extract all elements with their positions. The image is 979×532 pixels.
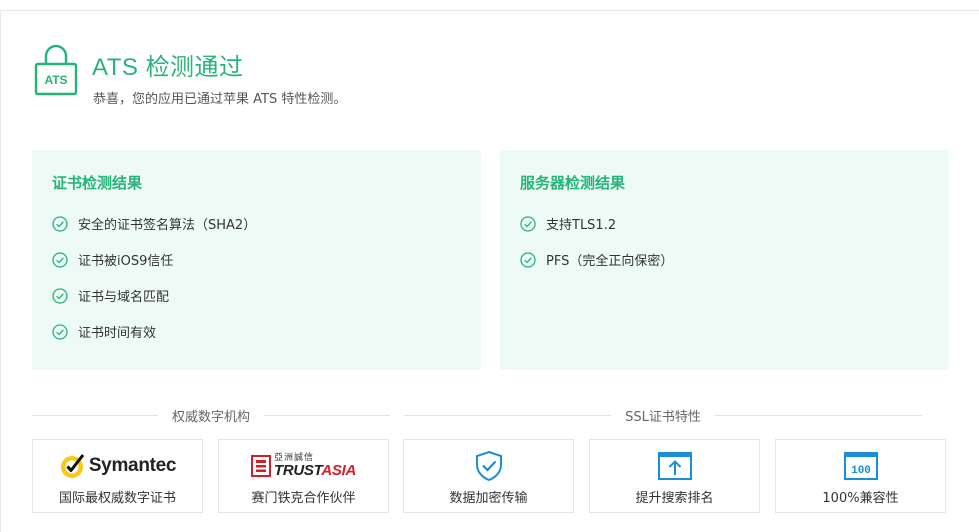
authority-section-header: 权威数字机构 xyxy=(32,404,391,426)
divider xyxy=(714,414,922,416)
card-logo xyxy=(590,450,759,482)
symantec-logo-text: Symantec xyxy=(88,455,177,476)
list-item-label: 证书与域名匹配 xyxy=(78,290,170,305)
encryption-card: 数据加密传输 xyxy=(403,439,574,513)
check-circle-icon xyxy=(52,324,68,340)
check-circle-icon xyxy=(520,216,536,232)
trustasia-text-trust: TRUST xyxy=(273,462,322,479)
trustasia-logo: 亞洲誠信 TRUSTASIA xyxy=(219,450,388,482)
ssl-features-section-header: SSL证书特性 xyxy=(404,404,922,426)
list-item-label: 证书被iOS9信任 xyxy=(78,254,174,269)
cert-result-panel: 证书检测结果 安全的证书签名算法（SHA2） 证书被iOS9信任 证书与域名匹配… xyxy=(32,150,481,370)
check-circle-icon xyxy=(52,252,68,268)
card-label: 赛门铁克合作伙伴 xyxy=(251,491,356,506)
page-title: ATS 检测通过 xyxy=(92,54,244,81)
list-item: 安全的证书签名算法（SHA2） xyxy=(52,214,256,250)
list-item: 证书被iOS9信任 xyxy=(52,250,256,286)
server-result-list: 支持TLS1.2 PFS（完全正向保密） xyxy=(520,214,673,286)
trustasia-mark-icon xyxy=(250,455,271,477)
page-subtitle: 恭喜，您的应用已通过苹果 ATS 特性检测。 xyxy=(93,92,347,107)
server-result-panel: 服务器检测结果 支持TLS1.2 PFS（完全正向保密） xyxy=(500,150,949,370)
card-label: 国际最权威数字证书 xyxy=(58,491,176,506)
card-label: 数据加密传输 xyxy=(449,491,528,506)
check-circle-icon xyxy=(520,252,536,268)
compatibility-icon: 100 xyxy=(843,452,878,480)
shield-check-icon xyxy=(475,450,502,482)
upload-arrow-icon xyxy=(657,452,692,480)
card-label: 提升搜索排名 xyxy=(635,491,714,506)
list-item-label: PFS（完全正向保密） xyxy=(546,254,674,269)
list-item-label: 支持TLS1.2 xyxy=(546,218,617,233)
card-logo xyxy=(404,450,573,482)
list-item: 证书时间有效 xyxy=(52,322,256,358)
ssl-features-section-title: SSL证书特性 xyxy=(625,409,701,425)
trustasia-text-asia: ASIA xyxy=(321,462,357,479)
authority-section-title: 权威数字机构 xyxy=(172,409,251,425)
divider xyxy=(264,414,391,416)
list-item: 证书与域名匹配 xyxy=(52,286,256,322)
symantec-check-icon xyxy=(60,454,84,478)
symantec-logo: Symantec xyxy=(33,450,202,482)
list-item-label: 证书时间有效 xyxy=(78,326,157,341)
divider xyxy=(404,414,612,416)
symantec-card: Symantec 国际最权威数字证书 xyxy=(32,439,203,513)
trustasia-card: 亞洲誠信 TRUSTASIA 赛门铁克合作伙伴 xyxy=(218,439,389,513)
card-label: 100%兼容性 xyxy=(822,491,899,506)
card-logo: 100 xyxy=(776,450,945,482)
check-circle-icon xyxy=(52,288,68,304)
compatibility-card: 100 100%兼容性 xyxy=(775,439,946,513)
server-panel-title: 服务器检测结果 xyxy=(520,174,626,192)
list-item-label: 安全的证书签名算法（SHA2） xyxy=(78,218,257,233)
cert-result-list: 安全的证书签名算法（SHA2） 证书被iOS9信任 证书与域名匹配 证书时间有效 xyxy=(52,214,256,358)
ats-lock-icon: ATS xyxy=(34,44,78,96)
divider xyxy=(32,414,158,416)
list-item: 支持TLS1.2 xyxy=(520,214,673,250)
search-ranking-card: 提升搜索排名 xyxy=(589,439,760,513)
list-item: PFS（完全正向保密） xyxy=(520,250,673,286)
check-circle-icon xyxy=(52,216,68,232)
lock-icon-label: ATS xyxy=(44,73,67,87)
compatibility-icon-text: 100 xyxy=(851,465,871,477)
cert-panel-title: 证书检测结果 xyxy=(52,174,143,192)
